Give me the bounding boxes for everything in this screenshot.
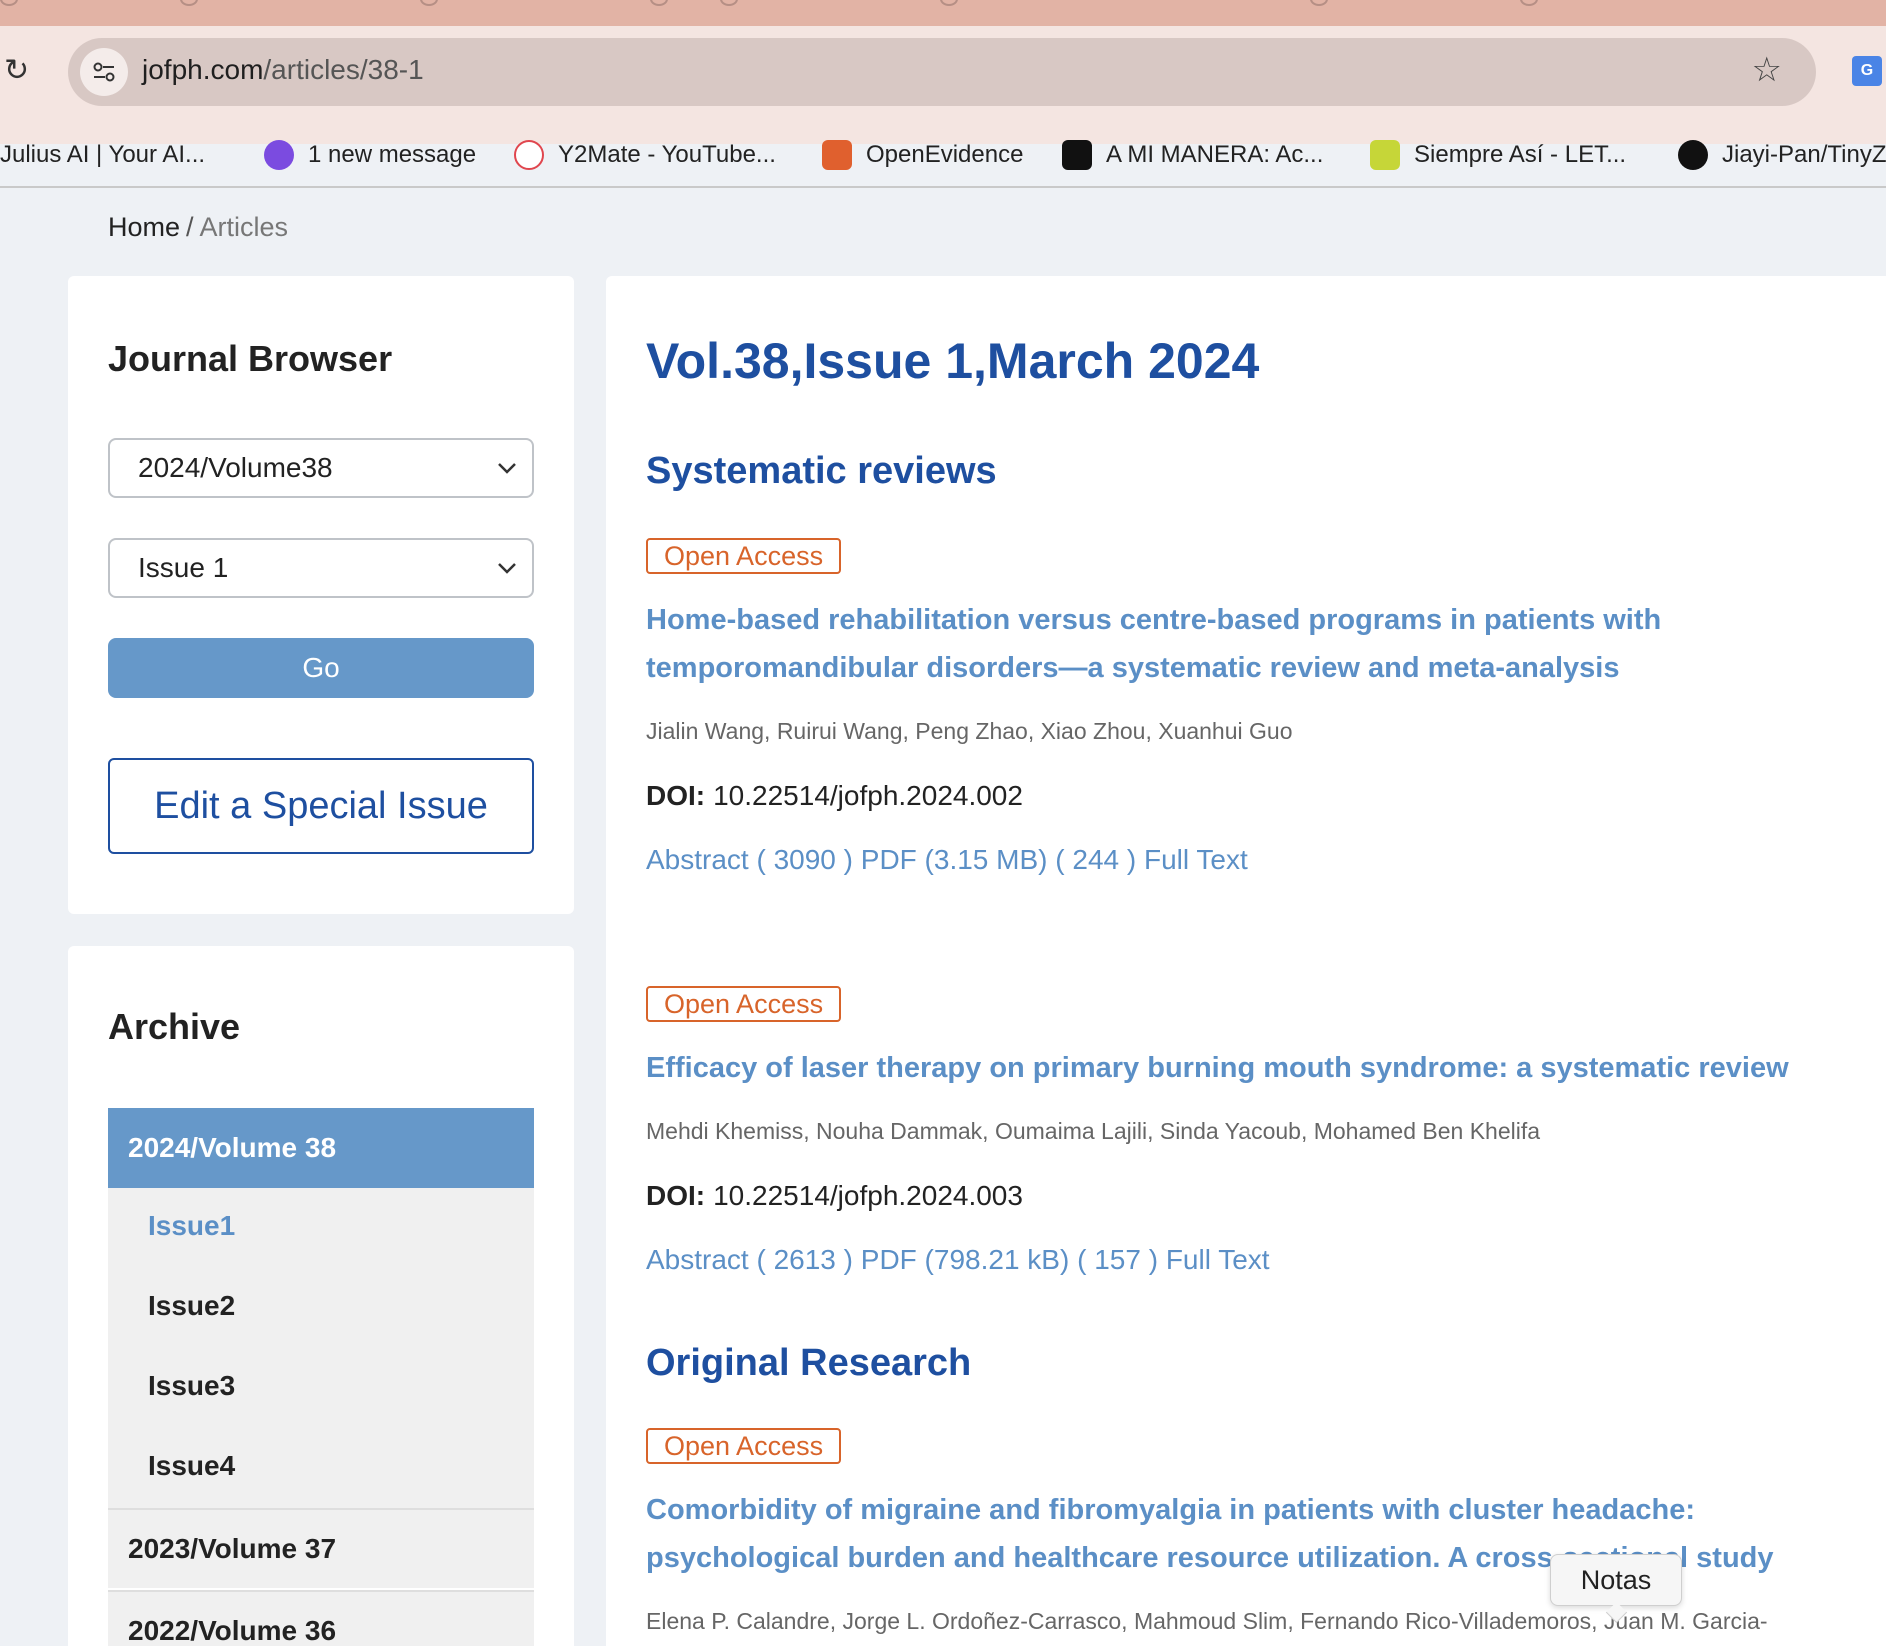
bookmark-github[interactable]: Jiayi-Pan/TinyZ <box>1678 138 1886 172</box>
archive-volume-active[interactable]: 2024/Volume 38 <box>108 1108 534 1188</box>
url-text[interactable]: jofph.com/articles/38-1 <box>142 54 424 86</box>
open-access-badge: Open Access <box>646 1428 842 1464</box>
issue-heading: Vol.38,Issue 1,March 2024 <box>646 333 1260 389</box>
article-title-link[interactable]: Home-based rehabilitation versus centre-… <box>646 596 1876 692</box>
journal-browser-title: Journal Browser <box>108 338 393 379</box>
lc-icon <box>1062 140 1092 170</box>
bookmark-a-mi-manera[interactable]: A MI MANERA: Ac... <box>1062 138 1323 172</box>
bookmark-label: OpenEvidence <box>866 141 1024 168</box>
url-path: /articles/38-1 <box>263 54 424 85</box>
breadcrumb-home[interactable]: Home <box>108 212 180 242</box>
article-list-card: Vol.38,Issue 1,March 2024 Systematic rev… <box>606 276 1886 1646</box>
volume-select-value: 2024/Volume38 <box>138 452 333 483</box>
tab-strip <box>0 0 1886 26</box>
bookmarks-bar: Julius AI | Your AI... 1 new message Y2M… <box>0 130 1886 176</box>
article-authors: Mehdi Khemiss, Nouha Dammak, Oumaima Laj… <box>646 1118 1541 1144</box>
openevidence-icon <box>822 140 852 170</box>
breadcrumb-separator: / <box>186 212 194 242</box>
octopus-icon <box>264 140 294 170</box>
full-text-link[interactable]: Full Text <box>1144 844 1248 875</box>
volume-select[interactable]: 2024/Volume38 <box>108 438 534 498</box>
bookmark-label: 1 new message <box>308 141 477 168</box>
go-button[interactable]: Go <box>108 638 534 698</box>
bookmark-star-icon[interactable]: ☆ <box>1752 50 1782 90</box>
article-title-link[interactable]: Efficacy of laser therapy on primary bur… <box>646 1044 1876 1092</box>
reload-icon[interactable]: ↻ <box>4 56 34 86</box>
abstract-link[interactable]: Abstract <box>646 1244 749 1275</box>
article-links: Abstract ( 3090 ) PDF (3.15 MB) ( 244 ) … <box>646 844 1248 875</box>
pdf-count: 244 <box>1072 844 1120 875</box>
archive-issue-link[interactable]: Issue1 <box>148 1210 235 1242</box>
github-icon <box>1678 140 1708 170</box>
star-badge-icon <box>1370 140 1400 170</box>
issue-select-value: Issue 1 <box>138 552 229 583</box>
bookmark-label: A MI MANERA: Ac... <box>1106 141 1324 168</box>
chevron-down-icon <box>498 563 516 574</box>
y2mate-icon <box>514 140 544 170</box>
section-heading: Original Research <box>646 1342 972 1384</box>
site-info-icon[interactable] <box>80 48 128 96</box>
archive-title: Archive <box>108 1006 241 1047</box>
bookmark-new-message[interactable]: 1 new message <box>264 138 476 172</box>
bookmark-label: Julius AI | Your AI... <box>0 141 206 168</box>
bookmark-julius[interactable]: Julius AI | Your AI... <box>0 138 205 172</box>
section-heading: Systematic reviews <box>646 450 997 492</box>
bookmark-siempre-asi[interactable]: Siempre Así - LET... <box>1370 138 1626 172</box>
archive-issue-link[interactable]: Issue4 <box>148 1450 235 1482</box>
breadcrumb: Home / Articles <box>108 212 288 243</box>
issue-select[interactable]: Issue 1 <box>108 538 534 598</box>
full-text-link[interactable]: Full Text <box>1166 1244 1270 1275</box>
bookmark-openevidence[interactable]: OpenEvidence <box>822 138 1023 172</box>
abstract-count: 2613 <box>773 1244 836 1275</box>
article-title-link[interactable]: Comorbidity of migraine and fibromyalgia… <box>646 1486 1876 1582</box>
open-access-badge: Open Access <box>646 538 842 574</box>
doi-label: DOI: <box>646 780 706 811</box>
breadcrumb-current: Articles <box>199 212 289 242</box>
archive-volume-item[interactable]: 2023/Volume 37 <box>108 1508 534 1588</box>
doi-value[interactable]: 10.22514/jofph.2024.002 <box>713 780 1023 811</box>
article-doi: DOI: 10.22514/jofph.2024.002 <box>646 780 1023 812</box>
bookmark-y2mate[interactable]: Y2Mate - YouTube... <box>514 138 776 172</box>
archive-card: Archive 2024/Volume 38 Issue1 Issue2 Iss… <box>68 946 574 1646</box>
article-authors: Elena P. Calandre, Jorge L. Ordoñez-Carr… <box>646 1608 1768 1634</box>
abstract-count: 3090 <box>773 844 836 875</box>
chrome-divider <box>0 186 1886 188</box>
article-doi: DOI: 10.22514/jofph.2024.003 <box>646 1180 1023 1212</box>
archive-issue-link[interactable]: Issue2 <box>148 1290 235 1322</box>
abstract-link[interactable]: Abstract <box>646 844 749 875</box>
bookmark-label: Jiayi-Pan/TinyZ <box>1722 141 1886 168</box>
notes-tooltip: Notas <box>1550 1554 1682 1606</box>
article-authors: Jialin Wang, Ruirui Wang, Peng Zhao, Xia… <box>646 718 1293 744</box>
translate-icon[interactable]: G <box>1852 56 1882 86</box>
bookmark-label: Y2Mate - YouTube... <box>558 141 776 168</box>
journal-browser-card: Journal Browser 2024/Volume38 Issue 1 Go… <box>68 276 574 914</box>
url-host: jofph.com <box>142 54 264 85</box>
open-access-badge: Open Access <box>646 986 842 1022</box>
doi-value[interactable]: 10.22514/jofph.2024.003 <box>713 1180 1023 1211</box>
archive-issue-link[interactable]: Issue3 <box>148 1370 235 1402</box>
doi-label: DOI: <box>646 1180 706 1211</box>
archive-volume-item[interactable]: 2022/Volume 36 <box>108 1590 534 1646</box>
bookmark-label: Siempre Así - LET... <box>1414 141 1627 168</box>
pdf-link[interactable]: PDF (798.21 kB) <box>861 1244 1070 1275</box>
address-bar[interactable]: jofph.com/articles/38-1 ☆ <box>68 38 1816 106</box>
pdf-link[interactable]: PDF (3.15 MB) <box>861 844 1048 875</box>
article-links: Abstract ( 2613 ) PDF (798.21 kB) ( 157 … <box>646 1244 1270 1275</box>
pdf-count: 157 <box>1094 1244 1141 1275</box>
edit-special-issue-button[interactable]: Edit a Special Issue <box>108 758 534 854</box>
chevron-down-icon <box>498 463 516 474</box>
